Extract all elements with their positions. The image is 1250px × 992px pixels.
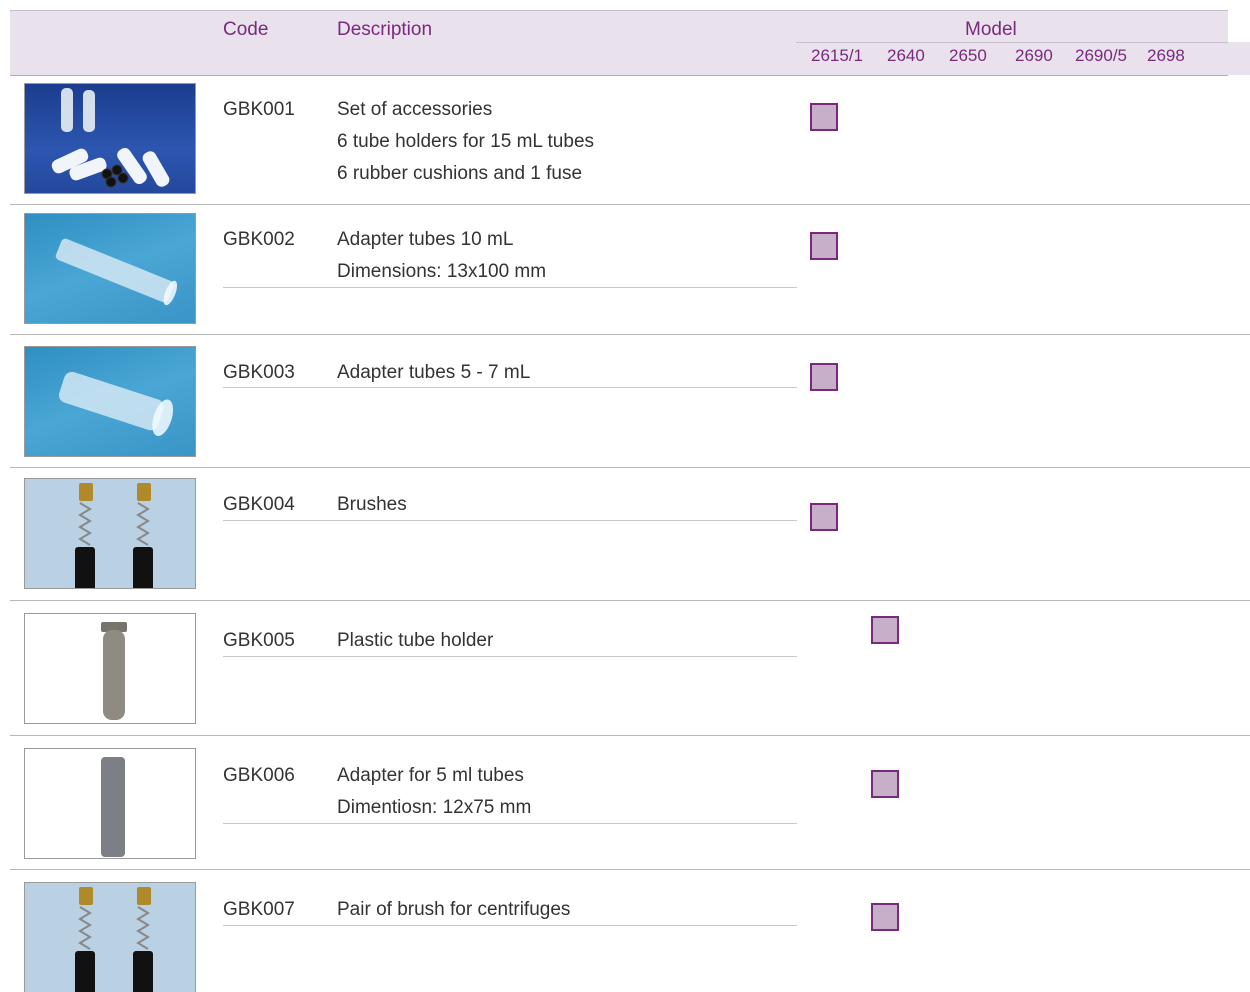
row-code: GBK004 <box>223 494 295 515</box>
row-code: GBK007 <box>223 899 295 920</box>
adapter-tube-5-7ml-photo <box>24 346 196 457</box>
model-col-2698: 2698 <box>1147 46 1185 65</box>
row-underline <box>223 520 797 521</box>
row-description-line: Plastic tube holder <box>337 630 494 651</box>
code-column-header: Code <box>223 19 269 40</box>
row-code: GBK006 <box>223 765 295 786</box>
model-checkbox-2615-1 <box>810 232 838 260</box>
row-underline <box>223 387 797 388</box>
row-divider <box>10 334 1250 335</box>
row-underline <box>223 656 797 657</box>
grey-adapter-photo <box>24 748 196 859</box>
model-col-2650: 2650 <box>949 46 987 65</box>
row-underline <box>223 925 797 926</box>
model-checkbox-2615-1 <box>810 503 838 531</box>
plastic-tube-holder-photo <box>24 613 196 724</box>
table-header: Code Description Model 2615/1 2640 2650 … <box>10 10 1250 76</box>
row-description-line: Dimentiosn: 12x75 mm <box>337 797 532 818</box>
row-code: GBK005 <box>223 630 295 651</box>
row-code: GBK002 <box>223 229 295 250</box>
model-header-rule <box>796 42 1250 43</box>
model-col-2615-1: 2615/1 <box>811 46 863 65</box>
row-description-line: Brushes <box>337 494 407 515</box>
model-checkbox-2615-1 <box>810 103 838 131</box>
model-checkbox-2640 <box>871 903 899 931</box>
model-col-2690-5: 2690/5 <box>1075 46 1127 65</box>
row-underline <box>223 823 797 824</box>
row-divider <box>10 204 1250 205</box>
tube-holders-set-photo <box>24 83 196 194</box>
model-col-2690: 2690 <box>1015 46 1053 65</box>
model-col-2640: 2640 <box>887 46 925 65</box>
description-column-header: Description <box>337 19 433 40</box>
row-divider <box>10 467 1250 468</box>
row-underline <box>223 287 797 288</box>
row-code: GBK001 <box>223 99 295 120</box>
model-checkbox-2615-1 <box>810 363 838 391</box>
row-code: GBK003 <box>223 362 295 383</box>
model-checkbox-2640 <box>871 616 899 644</box>
row-divider <box>10 600 1250 601</box>
carbon-brushes-photo <box>24 882 196 992</box>
row-description-line: Adapter for 5 ml tubes <box>337 765 524 786</box>
row-divider <box>10 869 1250 870</box>
row-description-line: 6 rubber cushions and 1 fuse <box>337 163 583 184</box>
header-extension <box>1228 42 1250 75</box>
row-description-line: Pair of brush for centrifuges <box>337 899 571 920</box>
row-description-line: Adapter tubes 5 - 7 mL <box>337 362 531 383</box>
row-divider <box>10 735 1250 736</box>
adapter-tube-10ml-photo <box>24 213 196 324</box>
row-description-line: Adapter tubes 10 mL <box>337 229 514 250</box>
carbon-brushes-photo <box>24 478 196 589</box>
model-column-header: Model <box>965 19 1017 40</box>
row-description-line: Dimensions: 13x100 mm <box>337 261 547 282</box>
model-checkbox-2640 <box>871 770 899 798</box>
row-description-line: Set of accessories <box>337 99 493 120</box>
row-description-line: 6 tube holders for 15 mL tubes <box>337 131 595 152</box>
